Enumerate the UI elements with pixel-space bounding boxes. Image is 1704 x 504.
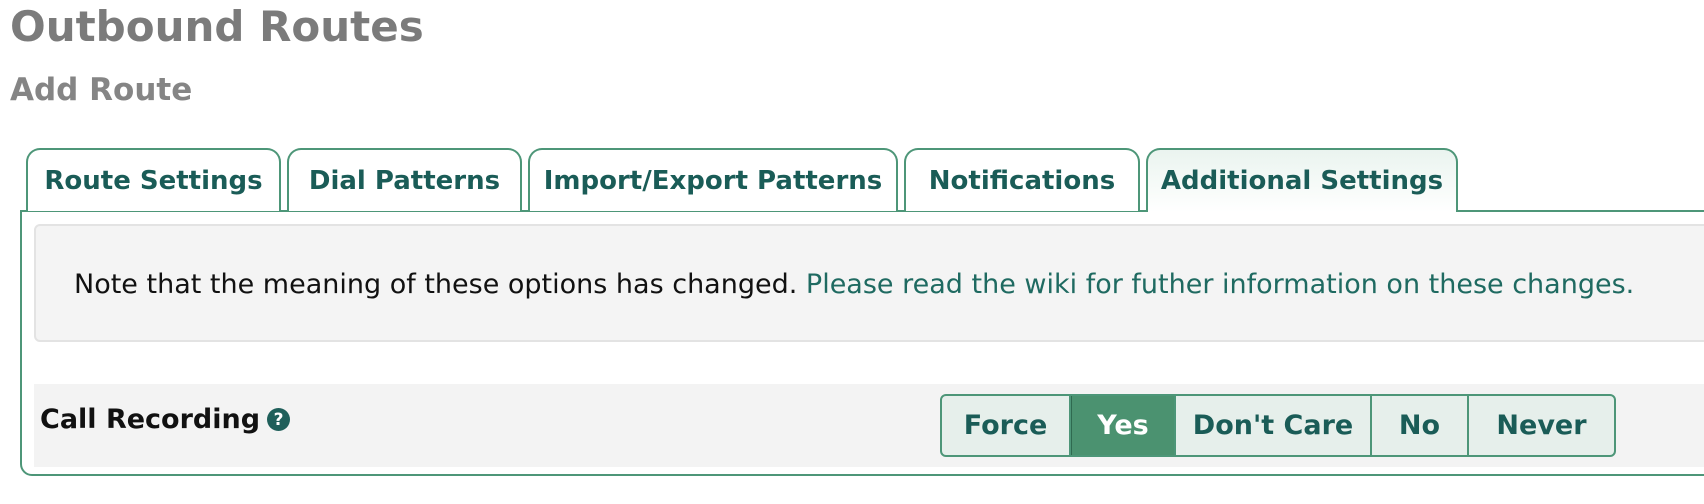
page-subtitle: Add Route <box>10 72 193 108</box>
option-yes[interactable]: Yes <box>1071 396 1176 455</box>
tab-route-settings[interactable]: Route Settings <box>26 148 281 211</box>
tab-dial-patterns[interactable]: Dial Patterns <box>287 148 522 211</box>
call-recording-label: Call Recording <box>40 404 261 435</box>
option-no[interactable]: No <box>1372 396 1469 455</box>
tab-bar: Route Settings Dial Patterns Import/Expo… <box>26 148 1464 212</box>
page: Outbound Routes Add Route Route Settings… <box>0 0 1704 504</box>
info-note: Note that the meaning of these options h… <box>34 224 1704 342</box>
call-recording-label-group: Call Recording ? <box>40 404 291 435</box>
option-never[interactable]: Never <box>1469 396 1614 455</box>
tab-additional-settings[interactable]: Additional Settings <box>1146 148 1458 212</box>
tab-panel-additional-settings: Note that the meaning of these options h… <box>20 210 1704 476</box>
call-recording-options: Force Yes Don't Care No Never <box>940 394 1616 457</box>
call-recording-row: Call Recording ? Force Yes Don't Care No… <box>34 384 1704 467</box>
tab-import-export-patterns[interactable]: Import/Export Patterns <box>528 148 898 211</box>
tab-notifications[interactable]: Notifications <box>904 148 1140 211</box>
wiki-link[interactable]: Please read the wiki for futher informat… <box>806 269 1634 300</box>
note-text: Note that the meaning of these options h… <box>74 269 798 300</box>
page-title: Outbound Routes <box>10 2 424 51</box>
help-icon[interactable]: ? <box>267 408 291 431</box>
option-dont-care[interactable]: Don't Care <box>1176 396 1372 455</box>
option-force[interactable]: Force <box>942 396 1071 455</box>
